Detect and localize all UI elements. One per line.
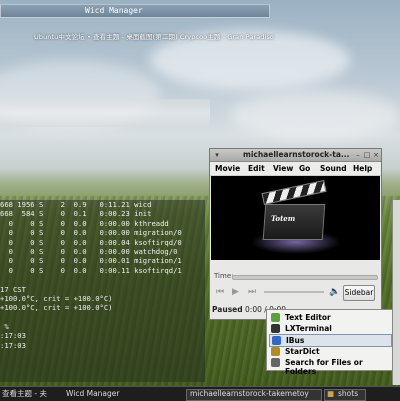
video-area[interactable]: Totem — [211, 176, 380, 260]
task-wicd-manager[interactable]: Wicd Manager — [66, 388, 136, 400]
terminal-line: :17:03 — [0, 331, 26, 341]
maximize-icon[interactable]: □ — [363, 151, 371, 159]
launcher-item-lxterminal[interactable]: LXTerminal — [269, 323, 390, 334]
menu-help[interactable]: Help — [353, 164, 372, 173]
terminal-line: +100.0°C, crit = +100.0°C) — [0, 293, 113, 303]
terminal-line: 17 CST — [0, 284, 26, 294]
menu-view[interactable]: View — [273, 164, 293, 173]
player-titlebar[interactable]: ▾ michaellearnstorock-ta... – □ × — [210, 149, 381, 162]
terminal-line: 0 0 S 0 0.0 0:00.01 migration/1 — [0, 256, 182, 266]
menu-go[interactable]: Go — [299, 164, 310, 173]
terminal-window[interactable]: 668 1956 S 2 0.9 0:11.21 wicd 668 584 S 0… — [0, 200, 205, 382]
seek-slider[interactable] — [232, 275, 378, 280]
terminal-line: 0 0 S 0 0.0 0:00.00 watchdog/0 — [0, 246, 178, 256]
wicd-titlebar[interactable]: Wicd Manager — [0, 4, 270, 18]
task-totem[interactable]: michaellearnstorock-takemetoy — [190, 388, 318, 400]
player-menubar: Movie Edit View Go Sound Help — [210, 162, 381, 176]
menu-edit[interactable]: Edit — [248, 164, 265, 173]
launcher-item-stardict[interactable]: StarDict — [269, 346, 390, 357]
clapperboard-icon-top — [261, 179, 327, 205]
close-icon[interactable]: × — [372, 151, 380, 159]
next-icon[interactable]: ⏭ — [248, 287, 256, 297]
totem-player-window[interactable]: ▾ michaellearnstorock-ta... – □ × Movie … — [209, 148, 382, 320]
play-icon[interactable]: ▶ — [232, 287, 239, 297]
player-title: michaellearnstorock-ta... — [243, 150, 350, 159]
window-menu-icon[interactable]: ▾ — [213, 151, 221, 159]
terminal-icon — [271, 324, 280, 333]
task-browser[interactable]: 查看主题 - 夫 — [2, 388, 60, 400]
terminal-line: :17:03 — [0, 340, 26, 350]
totem-logo-text: Totem — [271, 214, 296, 223]
desktop-panel-band — [0, 99, 210, 127]
terminal-line: 0 0 S 0 0.0 0:00.04 ksoftirqd/0 — [0, 237, 182, 247]
previous-icon[interactable]: ⏮ — [216, 287, 224, 297]
minimize-icon[interactable]: – — [354, 151, 362, 159]
window-title: Wicd Manager — [85, 6, 143, 15]
browser-title-caption: Ubuntu中文论坛 • 查看主题 - 桌面截图(第二期) Crypcoo主题 … — [34, 33, 275, 41]
taskbar: 查看主题 - 夫 Wicd Manager michaellearnstoroc… — [0, 386, 400, 401]
launcher-menu: Text Editor LXTerminal IBus StarDict Sea… — [266, 309, 393, 376]
menu-movie[interactable]: Movie — [215, 164, 240, 173]
terminal-line: +100.0°C, crit = +100.0°C) — [0, 303, 113, 313]
volume-icon[interactable]: 🔈 — [329, 287, 340, 297]
stardict-icon — [271, 347, 280, 356]
ibus-icon — [272, 336, 281, 345]
terminal-line: 0 0 S 0 0.0 0:00.11 ksoftirqd/1 — [0, 265, 182, 275]
volume-slider[interactable] — [264, 291, 324, 293]
launcher-item-text-editor[interactable]: Text Editor — [269, 312, 390, 323]
terminal-line: 668 1956 S 2 0.9 0:11.21 wicd — [0, 200, 152, 209]
terminal-line: % — [0, 322, 9, 332]
task-shots[interactable]: shots — [338, 388, 364, 400]
sidebar-button[interactable]: Sidebar — [343, 285, 375, 301]
terminal-line: 0 0 S 0 0.0 0:00.00 migration/0 — [0, 228, 182, 238]
terminal-line: 668 584 S 0 0.1 0:00.23 init — [0, 209, 152, 219]
launcher-item-search-files[interactable]: Search for Files or Folders — [269, 357, 390, 376]
partial-window-edge[interactable] — [392, 200, 400, 385]
wallpaper-cloud — [230, 90, 400, 140]
playback-state: Paused — [212, 305, 243, 314]
menu-sound[interactable]: Sound — [320, 164, 347, 173]
search-icon — [271, 358, 280, 367]
text-editor-icon — [271, 313, 280, 322]
folder-icon: ■ — [327, 389, 335, 398]
terminal-line: 0 0 S 0 0.0 0:00.00 kthreadd — [0, 218, 169, 228]
time-label: Time: — [214, 272, 234, 280]
